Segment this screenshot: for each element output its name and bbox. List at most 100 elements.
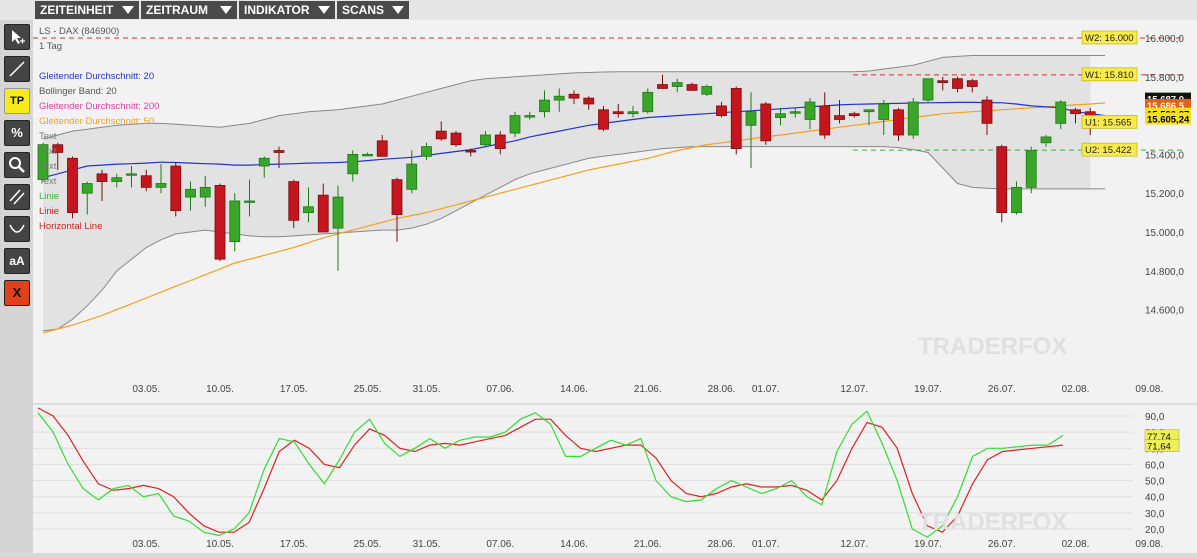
candle-body	[1040, 136, 1052, 144]
indicator-legend-item: Gleitender Durchschnitt: 50	[39, 116, 154, 127]
zoom-tool-button[interactable]	[4, 152, 30, 178]
indicator-legend-item: Gleitender Durchschnitt: 20	[39, 71, 154, 82]
date-tick-label: 19.07.	[914, 384, 942, 395]
watermark-text: TRADERFOX	[918, 333, 1067, 360]
menu-indikator-label: INDIKATOR	[244, 3, 310, 17]
level-label-text: U1: 15.565	[1085, 117, 1131, 128]
candle-body	[686, 84, 698, 91]
date-tick-label: 07.06.	[486, 384, 514, 395]
cursor-tool-button[interactable]	[4, 24, 30, 50]
date-tick-label: 10.05.	[206, 384, 234, 395]
menu-zeiteinheit[interactable]: ZEITEINHEIT	[35, 1, 139, 19]
candle-body	[509, 115, 521, 134]
candle-body	[494, 134, 506, 149]
candle-body	[834, 115, 845, 120]
candle-body	[273, 150, 285, 153]
candle-body	[214, 185, 226, 260]
indicator-legend-item: Horizontal Line	[39, 221, 102, 232]
indicator-legend-item: Bollinger Band: 20	[39, 86, 117, 97]
candle-body	[612, 111, 624, 115]
chevron-down-icon	[392, 6, 404, 14]
tp-tool-button[interactable]: TP	[4, 88, 30, 114]
candle-body	[981, 99, 993, 124]
candle-body	[303, 206, 314, 213]
candle-body	[568, 93, 580, 99]
candle-body	[760, 103, 772, 142]
candle-body	[952, 78, 963, 89]
candle-body	[996, 146, 1008, 213]
candle-body	[937, 80, 949, 84]
stoch-date-tick-label: 14.06.	[560, 539, 588, 550]
menu-zeitraum[interactable]: ZEITRAUM	[141, 1, 237, 19]
candle-body	[155, 183, 167, 188]
text-size-tool-button[interactable]: aA	[4, 248, 30, 274]
menu-indikator[interactable]: INDIKATOR	[239, 1, 335, 19]
candle-body	[111, 177, 123, 182]
candle-body	[775, 113, 786, 118]
level-label-text: U2: 15.422	[1085, 145, 1131, 156]
candle-body	[126, 173, 137, 176]
stoch-date-tick-label: 09.08.	[1135, 539, 1163, 550]
candle-body	[435, 130, 447, 140]
stoch-date-tick-label: 26.07.	[988, 539, 1016, 550]
indicator-legend-item: Text	[39, 176, 57, 187]
arc-icon	[9, 224, 25, 233]
menu-scans-label: SCANS	[342, 3, 385, 17]
date-tick-label: 26.07.	[988, 384, 1016, 395]
stoch-date-tick-label: 17.05.	[280, 539, 308, 550]
candle-body	[819, 105, 831, 136]
chart-canvas[interactable]: 16.000,015.800,015.600,015.400,015.200,0…	[33, 20, 1197, 553]
candle-body	[598, 109, 609, 130]
candle-body	[67, 157, 78, 213]
tp-icon: TP	[9, 95, 25, 107]
stoch-tick-label: 20,0	[1145, 525, 1165, 536]
stoch-tick-label: 50,0	[1145, 477, 1165, 488]
date-tick-label: 28.06.	[708, 384, 736, 395]
candle-body	[922, 78, 934, 101]
level-label-text: W2: 16.000	[1085, 33, 1134, 44]
drawing-toolbar: TP % aA X	[0, 20, 34, 553]
candle-body	[642, 91, 654, 113]
zoom-icon	[9, 157, 25, 173]
stoch-date-tick-label: 02.08.	[1062, 539, 1090, 550]
indicator-legend-item: Linie	[39, 191, 59, 202]
chart-area: 16.000,015.800,015.600,015.400,015.200,0…	[33, 20, 1197, 553]
candle-body	[170, 165, 182, 212]
channel-tool-button[interactable]	[4, 184, 30, 210]
delete-tool-button[interactable]: X	[4, 280, 30, 306]
candle-body	[878, 103, 890, 120]
indicator-legend-item: Text	[39, 146, 57, 157]
delete-icon: X	[12, 285, 22, 300]
date-tick-label: 21.06.	[634, 384, 662, 395]
candle-body	[406, 163, 418, 190]
text-size-icon: aA	[9, 254, 25, 268]
candle-body	[583, 97, 595, 105]
line-tool-icon	[9, 61, 25, 77]
candle-body	[657, 84, 668, 89]
indicator-legend-item: Linie	[39, 206, 59, 217]
line-tool-button[interactable]	[4, 56, 30, 82]
percent-tool-button[interactable]: %	[4, 120, 30, 146]
price-tick-label: 15.800,0	[1145, 73, 1184, 84]
date-tick-label: 17.05.	[280, 384, 308, 395]
menu-scans[interactable]: SCANS	[337, 1, 409, 19]
arc-tool-button[interactable]	[4, 216, 30, 242]
stoch-date-tick-label: 21.06.	[634, 539, 662, 550]
timeframe-label: 1 Tag	[39, 41, 62, 52]
candle-body	[701, 86, 713, 95]
candle-body	[480, 134, 491, 146]
stoch-tick-label: 60,0	[1145, 460, 1165, 471]
stoch-date-tick-label: 19.07.	[914, 539, 942, 550]
price-tick-label: 14.600,0	[1145, 306, 1184, 317]
stoch-tick-label: 40,0	[1145, 493, 1165, 504]
candle-body	[362, 153, 373, 157]
candle-body	[745, 111, 757, 126]
candle-body	[716, 105, 727, 117]
stoch-date-tick-label: 25.05.	[354, 539, 382, 550]
candle-body	[140, 175, 152, 188]
channel-icon	[9, 189, 25, 205]
candle-body	[347, 153, 359, 175]
price-tick-label: 15.000,0	[1145, 228, 1184, 239]
menu-zeitraum-label: ZEITRAUM	[146, 3, 208, 17]
candle-body	[96, 173, 108, 182]
